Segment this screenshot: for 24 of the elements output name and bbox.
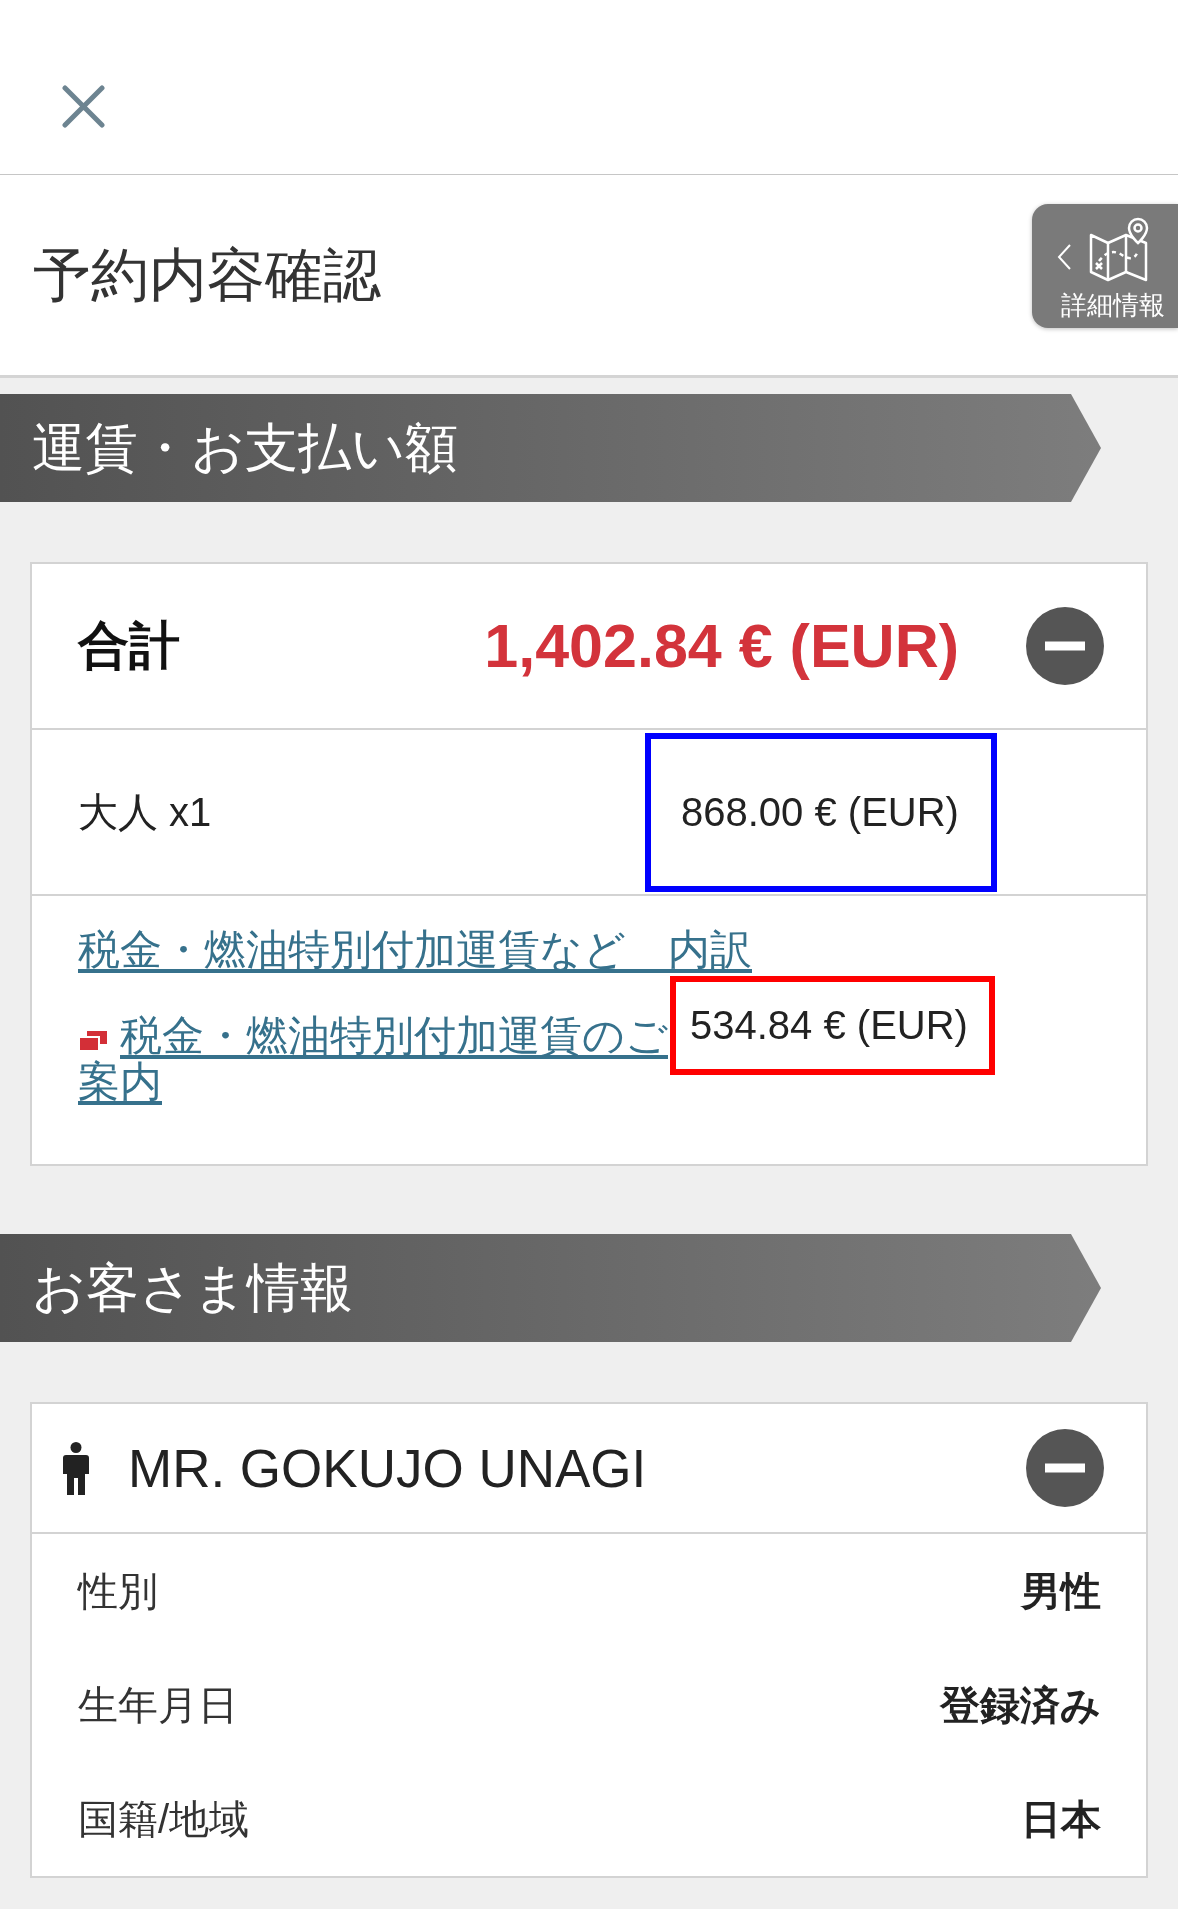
field-label: 生年月日 (78, 1681, 238, 1729)
minus-circle-icon[interactable] (1026, 1429, 1104, 1507)
close-icon[interactable] (62, 85, 105, 128)
person-icon (62, 1441, 90, 1495)
fare-label: 大人 x1 (78, 788, 212, 836)
section-title: 運賃・お支払い額 (32, 417, 458, 480)
total-label: 合計 (78, 615, 180, 676)
field-value: 男性 (1021, 1567, 1101, 1615)
tax-amount: 534.84 € (EUR) (690, 1003, 968, 1048)
field-label: 性別 (78, 1567, 158, 1615)
passenger-name: MR. GOKUJO UNAGI (128, 1437, 647, 1499)
section-title: お客さま情報 (32, 1257, 353, 1320)
tax-link[interactable]: 税金・燃油特別付加運賃など 内訳 (78, 927, 752, 973)
field-value: 日本 (1021, 1795, 1101, 1843)
detail-info-button[interactable]: 詳細情報 (1032, 204, 1178, 328)
chevron-left-icon (1057, 243, 1072, 270)
page-title: 予約内容確認 (33, 241, 381, 310)
minus-circle-icon[interactable] (1026, 607, 1104, 685)
total-amount: 1,402.84 € (EUR) (484, 611, 959, 681)
field-value: 登録済み (940, 1681, 1101, 1729)
tax-info-link[interactable]: 税金・燃油特別付加運賃のご案内 (78, 1013, 670, 1105)
map-pin-icon (1088, 217, 1150, 282)
fare-amount: 868.00 € (EUR) (681, 789, 959, 835)
field-label: 国籍/地域 (78, 1795, 250, 1843)
